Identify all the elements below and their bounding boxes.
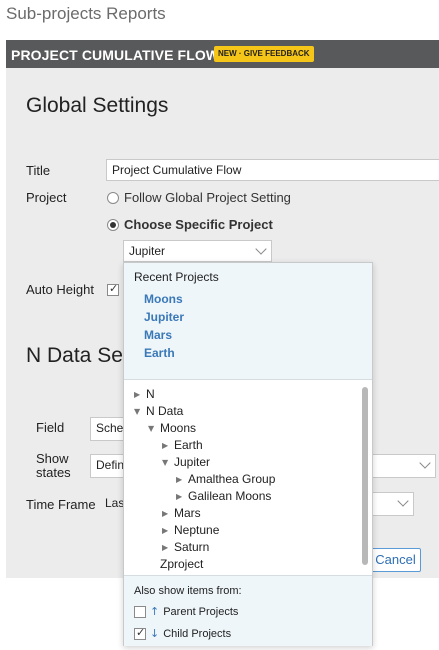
triangle-right-icon[interactable]: ▶ bbox=[176, 492, 186, 501]
tree-node-label: Neptune bbox=[174, 523, 220, 537]
tree-node[interactable]: ▶ Earth bbox=[162, 438, 203, 452]
time-frame-value: Las bbox=[105, 496, 125, 510]
child-projects-label: Child Projects bbox=[163, 627, 232, 640]
tree-node[interactable]: ▶ Neptune bbox=[162, 523, 219, 537]
radio-follow-global[interactable]: Follow Global Project Setting bbox=[107, 190, 291, 205]
recent-projects-title: Recent Projects bbox=[134, 270, 219, 284]
tree-node[interactable]: ▶ Saturn bbox=[162, 540, 209, 554]
show-states-line2: states bbox=[36, 465, 71, 480]
show-states-label: Show states bbox=[36, 452, 71, 480]
project-label: Project bbox=[26, 190, 67, 205]
project-tree: ▶ N ▼ N Data ▼ Moons ▶ Earth ▼ Jupiter ▶ Amalthea G… bbox=[124, 381, 372, 575]
radio-choose-specific[interactable]: Choose Specific Project bbox=[107, 217, 273, 232]
tree-node[interactable]: ▶ Galilean Moons bbox=[176, 489, 271, 503]
tree-node-label: Moons bbox=[160, 421, 197, 435]
tree-node[interactable]: ▼ Moons bbox=[148, 421, 196, 435]
tree-node[interactable]: ▼ N Data bbox=[134, 404, 183, 418]
feedback-badge[interactable]: NEW · GIVE FEEDBACK bbox=[214, 46, 314, 62]
show-states-select-right[interactable] bbox=[372, 454, 436, 478]
panel-title: PROJECT CUMULATIVE FLOW bbox=[11, 47, 220, 63]
tree-node-label: Jupiter bbox=[174, 455, 211, 469]
recent-project-item[interactable]: Earth bbox=[144, 346, 175, 360]
parent-projects-checkbox[interactable] bbox=[134, 605, 146, 618]
tree-node-label: N Data bbox=[146, 404, 184, 418]
auto-height-label: Auto Height bbox=[26, 282, 94, 297]
time-frame-select-right[interactable] bbox=[372, 492, 414, 516]
project-picker-value: Jupiter bbox=[129, 244, 166, 258]
arrow-up-icon: ↑ bbox=[150, 605, 160, 618]
triangle-right-icon[interactable]: ▶ bbox=[176, 475, 186, 484]
show-states-line1: Show bbox=[36, 451, 69, 466]
global-settings-title: Global Settings bbox=[26, 94, 169, 117]
child-projects-option[interactable]: ↓ Child Projects bbox=[134, 626, 232, 640]
tree-node-label: Saturn bbox=[174, 540, 210, 554]
parent-projects-label: Parent Projects bbox=[163, 605, 239, 618]
recent-project-item[interactable]: Jupiter bbox=[144, 310, 184, 324]
project-picker-dropdown: Recent Projects Moons Jupiter Mars Earth… bbox=[123, 262, 373, 646]
arrow-down-icon: ↓ bbox=[150, 627, 160, 640]
tree-node-label: Amalthea Group bbox=[188, 472, 276, 486]
child-projects-checkbox[interactable] bbox=[134, 626, 146, 640]
chevron-down-icon bbox=[419, 457, 431, 469]
tree-node[interactable]: Zproject bbox=[148, 557, 203, 571]
radio-button[interactable] bbox=[107, 191, 119, 204]
show-states-value: Defin bbox=[96, 458, 125, 472]
radio-choose-label: Choose Specific Project bbox=[124, 217, 273, 232]
project-picker[interactable]: Jupiter bbox=[123, 240, 272, 262]
triangle-right-icon[interactable]: ▶ bbox=[162, 526, 172, 535]
chevron-down-icon bbox=[397, 495, 409, 507]
auto-height-checkbox[interactable] bbox=[107, 282, 119, 296]
tree-node-label: Galilean Moons bbox=[188, 489, 272, 503]
title-input[interactable] bbox=[106, 159, 439, 181]
tree-node[interactable]: ▶ Amalthea Group bbox=[176, 472, 275, 486]
tree-node[interactable]: ▶ N bbox=[134, 387, 155, 401]
triangle-right-icon[interactable]: ▶ bbox=[162, 543, 172, 552]
tree-node[interactable]: ▼ Jupiter bbox=[162, 455, 210, 469]
triangle-down-icon[interactable]: ▼ bbox=[162, 458, 172, 467]
tree-node-label: Zproject bbox=[160, 557, 204, 571]
triangle-down-icon[interactable]: ▼ bbox=[134, 407, 144, 416]
time-frame-label: Time Frame bbox=[26, 497, 96, 512]
cancel-button[interactable]: Cancel bbox=[370, 548, 421, 572]
radio-button-checked[interactable] bbox=[107, 218, 119, 231]
also-show-title: Also show items from: bbox=[134, 585, 242, 597]
also-show-section: Also show items from: ↑ Parent Projects … bbox=[124, 575, 372, 646]
triangle-down-icon[interactable]: ▼ bbox=[148, 424, 158, 433]
radio-follow-label: Follow Global Project Setting bbox=[124, 190, 291, 205]
title-label: Title bbox=[26, 163, 51, 178]
recent-projects-section: Recent Projects Moons Jupiter Mars Earth bbox=[124, 263, 372, 380]
field-label: Field bbox=[36, 420, 65, 435]
tree-scrollbar[interactable] bbox=[362, 387, 368, 565]
triangle-right-icon[interactable]: ▶ bbox=[134, 390, 144, 399]
triangle-right-icon[interactable]: ▶ bbox=[162, 441, 172, 450]
n-data-section-title: N Data Set bbox=[26, 344, 129, 367]
tree-node[interactable]: ▶ Mars bbox=[162, 506, 201, 520]
recent-project-item[interactable]: Moons bbox=[144, 292, 183, 306]
recent-project-item[interactable]: Mars bbox=[144, 328, 172, 342]
panel-header: PROJECT CUMULATIVE FLOW NEW · GIVE FEEDB… bbox=[6, 40, 439, 68]
chevron-down-icon bbox=[255, 243, 267, 255]
page-heading: Sub-projects Reports bbox=[6, 4, 166, 23]
tree-node-label: Earth bbox=[174, 438, 203, 452]
tree-node-label: N bbox=[146, 387, 155, 401]
parent-projects-option[interactable]: ↑ Parent Projects bbox=[134, 605, 238, 618]
triangle-right-icon[interactable]: ▶ bbox=[162, 509, 172, 518]
tree-node-label: Mars bbox=[174, 506, 201, 520]
